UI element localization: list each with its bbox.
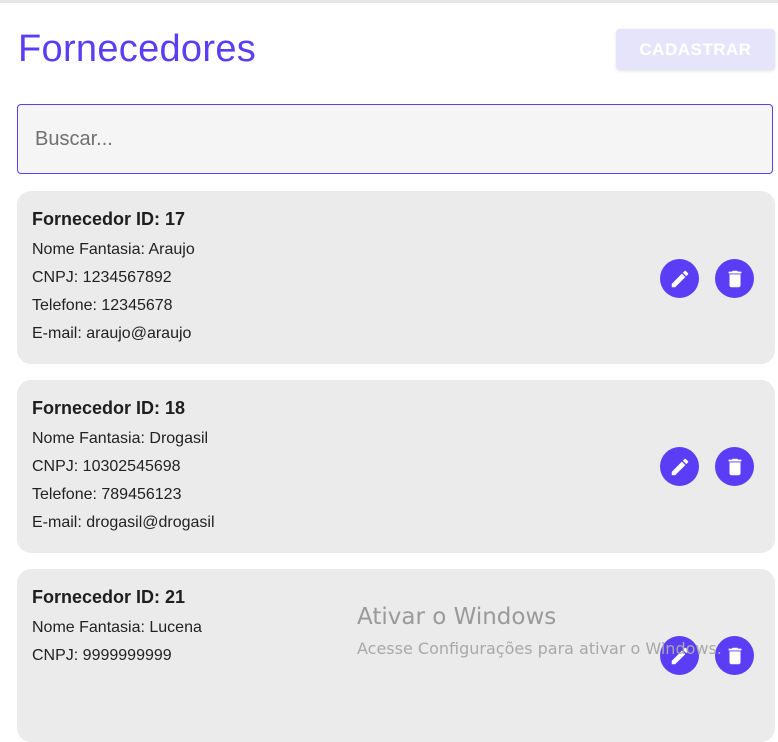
register-button[interactable]: CADASTRAR [616, 29, 775, 70]
supplier-id: Fornecedor ID: 21 [32, 587, 186, 607]
supplier-phone: Telefone: 12345678 [32, 297, 173, 314]
page-title: Fornecedores [18, 28, 257, 70]
supplier-email: E-mail: araujo@araujo [32, 325, 192, 342]
pencil-icon [671, 458, 688, 475]
supplier-card: Fornecedor ID: 17 Nome Fantasia: Araujo … [17, 191, 775, 364]
delete-button[interactable] [715, 447, 754, 486]
edit-button[interactable] [660, 447, 699, 486]
supplier-email: E-mail: drogasil@drogasil [32, 514, 215, 531]
search-input[interactable] [18, 105, 772, 173]
supplier-id: Fornecedor ID: 17 [32, 209, 186, 229]
activation-watermark-title: Ativar o Windows [357, 604, 557, 630]
activation-watermark-subtitle: Acesse Configurações para ativar o Windo… [357, 639, 722, 658]
trash-icon [728, 458, 741, 475]
supplier-trade-name: Nome Fantasia: Lucena [32, 619, 202, 636]
supplier-cnpj: CNPJ: 9999999999 [32, 647, 172, 664]
supplier-trade-name: Nome Fantasia: Araujo [32, 241, 195, 258]
top-divider [0, 0, 778, 3]
supplier-cnpj: CNPJ: 10302545698 [32, 458, 181, 475]
supplier-phone: Telefone: 789456123 [32, 486, 182, 503]
supplier-trade-name: Nome Fantasia: Drogasil [32, 430, 209, 447]
trash-icon [728, 270, 741, 287]
search-field[interactable] [17, 104, 773, 174]
trash-icon [728, 647, 741, 664]
edit-button[interactable] [660, 259, 699, 298]
supplier-cnpj: CNPJ: 1234567892 [32, 269, 172, 286]
delete-button[interactable] [715, 259, 754, 298]
pencil-icon [671, 270, 688, 287]
supplier-id: Fornecedor ID: 18 [32, 398, 186, 418]
supplier-card: Fornecedor ID: 18 Nome Fantasia: Drogasi… [17, 380, 775, 553]
